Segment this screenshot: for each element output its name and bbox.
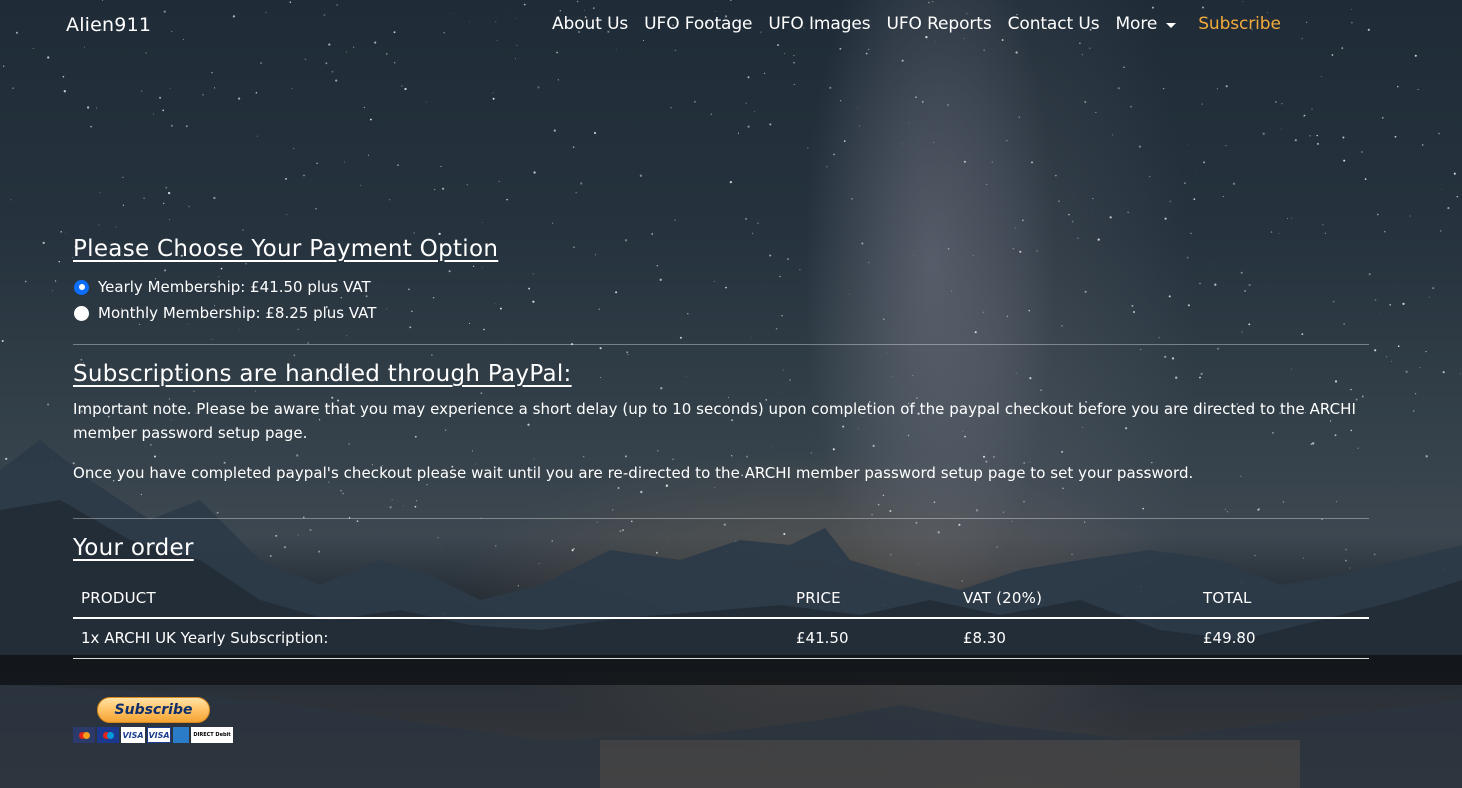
option-yearly-label: Yearly Membership: £41.50 plus VAT: [98, 278, 371, 296]
order-table: PRODUCT PRICE VAT (20%) TOTAL 1x ARCHI U…: [73, 581, 1369, 659]
nav-link-subscribe[interactable]: Subscribe: [1198, 14, 1281, 34]
paypal-info-section: Subscriptions are handled through PayPal…: [73, 361, 1369, 485]
maestro-icon: [97, 727, 119, 743]
divider: [73, 344, 1369, 345]
brand-logo-link[interactable]: Alien911: [66, 14, 151, 36]
table-row: 1x ARCHI UK Yearly Subscription: £41.50 …: [73, 618, 1369, 659]
paypal-heading: Subscriptions are handled through PayPal…: [73, 361, 572, 387]
nav-link-ufo-images[interactable]: UFO Images: [768, 14, 870, 34]
option-monthly-label: Monthly Membership: £8.25 plus VAT: [98, 304, 377, 322]
mastercard-icon: [73, 727, 95, 743]
paypal-subscribe-form: Subscribe VISA VISA DIRECT Debit: [73, 697, 1369, 743]
paypal-subscribe-button[interactable]: Subscribe: [97, 697, 210, 723]
navbar: Alien911 About Us UFO Footage UFO Images…: [0, 0, 1462, 52]
payment-options: Yearly Membership: £41.50 plus VAT Month…: [73, 274, 1369, 326]
nav-link-contact-us[interactable]: Contact Us: [1008, 14, 1100, 34]
more-label: More: [1115, 14, 1158, 34]
radio-monthly[interactable]: [74, 305, 89, 321]
column-header-product: PRODUCT: [73, 581, 788, 619]
cell-price: £41.50: [788, 618, 955, 659]
nav-links: About Us UFO Footage UFO Images UFO Repo…: [552, 14, 1281, 34]
redirect-note-text: Once you have completed paypal's checkou…: [73, 464, 1194, 482]
radio-yearly[interactable]: [74, 279, 89, 295]
order-table-header: PRODUCT PRICE VAT (20%) TOTAL: [73, 581, 1369, 619]
visa-electron-icon: VISA: [147, 727, 171, 743]
option-yearly-membership[interactable]: Yearly Membership: £41.50 plus VAT: [73, 274, 1369, 300]
payment-option-heading: Please Choose Your Payment Option: [73, 236, 499, 262]
column-header-vat: VAT (20%): [955, 581, 1195, 619]
nav-dropdown-more[interactable]: More: [1115, 14, 1177, 34]
cell-product: 1x ARCHI UK Yearly Subscription:: [73, 618, 788, 659]
order-heading: Your order: [73, 535, 194, 561]
cell-total: £49.80: [1195, 618, 1369, 659]
visa-icon: VISA: [121, 727, 145, 743]
nav-link-about-us[interactable]: About Us: [552, 14, 628, 34]
main-content: Please Choose Your Payment Option Yearly…: [73, 236, 1369, 743]
direct-debit-icon: DIRECT Debit: [191, 727, 233, 743]
option-monthly-membership[interactable]: Monthly Membership: £8.25 plus VAT: [73, 300, 1369, 326]
order-section: Your order PRODUCT PRICE VAT (20%) TOTAL…: [73, 535, 1369, 659]
nav-link-ufo-footage[interactable]: UFO Footage: [644, 14, 752, 34]
column-header-total: TOTAL: [1195, 581, 1369, 619]
nav-link-ufo-reports[interactable]: UFO Reports: [887, 14, 992, 34]
column-header-price: PRICE: [788, 581, 955, 619]
amex-icon: [173, 727, 189, 743]
caret-down-icon: [1166, 22, 1177, 28]
important-note-text: Important note. Please be aware that you…: [73, 400, 1356, 442]
payment-option-section: Please Choose Your Payment Option Yearly…: [73, 236, 1369, 326]
divider: [73, 518, 1369, 519]
cell-vat: £8.30: [955, 618, 1195, 659]
accepted-cards: VISA VISA DIRECT Debit: [73, 727, 1369, 743]
